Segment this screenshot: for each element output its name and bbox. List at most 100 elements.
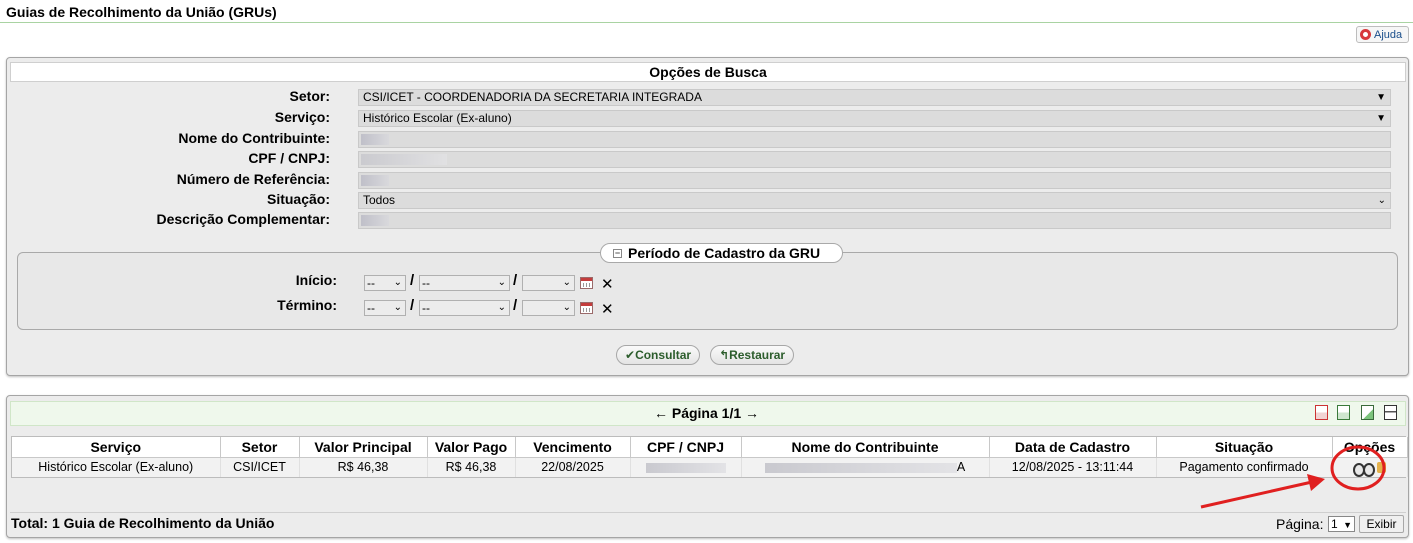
column-header: Opções: [1332, 437, 1408, 458]
redacted-cpf: [645, 462, 726, 473]
excel-icon[interactable]: [1337, 405, 1350, 420]
date-separator: /: [513, 297, 518, 314]
cell-nome: A: [741, 457, 990, 477]
consultar-label: Consultar: [635, 348, 692, 362]
termino-month-select[interactable]: -- ⌄: [419, 300, 510, 316]
total-count: Total: 1 Guia de Recolhimento da União: [11, 515, 275, 531]
descricao-input[interactable]: [358, 212, 1391, 229]
termino-label: Término:: [277, 297, 337, 313]
redacted-value: [361, 154, 447, 165]
cell-servico: Histórico Escolar (Ex-aluno): [12, 457, 221, 477]
binoculars-icon[interactable]: [1353, 461, 1375, 477]
nome-label: Nome do Contribuinte:: [178, 130, 330, 146]
cell-situacao: Pagamento confirmado: [1156, 457, 1333, 477]
column-header[interactable]: Nome do Contribuinte: [741, 437, 990, 458]
situacao-value: Todos: [363, 193, 396, 207]
servico-select[interactable]: Histórico Escolar (Ex-aluno) ▼: [358, 110, 1391, 127]
exibir-button[interactable]: Exibir: [1359, 515, 1404, 533]
pagination-nav[interactable]: ← Página 1/1 →: [0, 405, 1413, 421]
page-select-value: 1: [1331, 517, 1338, 531]
consultar-button[interactable]: ✔Consultar: [616, 345, 701, 365]
descricao-label: Descrição Complementar:: [156, 211, 330, 227]
column-header[interactable]: Setor: [220, 437, 300, 458]
column-header[interactable]: Vencimento: [515, 437, 631, 458]
undo-icon: ↰: [719, 348, 730, 362]
chevron-down-icon: ⌄: [1377, 195, 1386, 206]
help-button[interactable]: Ajuda: [1356, 26, 1409, 43]
calendar-icon[interactable]: [580, 277, 593, 289]
setor-select[interactable]: CSI/ICET - COORDENADORIA DA SECRETARIA I…: [358, 89, 1391, 106]
date-separator: /: [513, 272, 518, 289]
termino-day-select[interactable]: -- ⌄: [364, 300, 406, 316]
dropdown-arrow-icon: ▼: [1376, 92, 1386, 103]
table-row: Histórico Escolar (Ex-aluno) CSI/ICET R$…: [12, 457, 1408, 477]
chevron-down-icon: ⌄: [562, 277, 571, 288]
calendar-icon[interactable]: [580, 302, 593, 314]
dropdown-arrow-icon: ▼: [1376, 113, 1386, 124]
page-select[interactable]: 1 ▼: [1328, 516, 1355, 532]
input-shade: [361, 134, 389, 145]
cell-data-cadastro: 12/08/2025 - 13:11:44: [989, 457, 1157, 477]
servico-label: Serviço:: [274, 109, 330, 125]
termino-day-value: --: [367, 301, 375, 315]
date-separator: /: [410, 272, 415, 289]
print-icon[interactable]: [1384, 405, 1397, 420]
cell-valor-pago: R$ 46,38: [427, 457, 516, 477]
table-header-row: Serviço Setor Valor Principal Valor Pago…: [12, 437, 1408, 458]
results-table: Serviço Setor Valor Principal Valor Pago…: [11, 436, 1408, 478]
column-header[interactable]: Data de Cadastro: [989, 437, 1157, 458]
restaurar-button[interactable]: ↰Restaurar: [710, 345, 795, 365]
column-header[interactable]: Valor Principal: [299, 437, 428, 458]
lifebuoy-icon: [1360, 29, 1371, 40]
termino-year-select[interactable]: ⌄: [522, 300, 575, 316]
chevron-down-icon: ⌄: [562, 302, 571, 313]
redacted-nome: [764, 462, 957, 473]
cell-cpf: [630, 457, 742, 477]
column-header[interactable]: Valor Pago: [427, 437, 516, 458]
situacao-select[interactable]: Todos ⌄: [358, 192, 1391, 209]
cell-setor: CSI/ICET: [220, 457, 300, 477]
collapse-icon[interactable]: −: [613, 248, 622, 258]
inicio-label: Início:: [295, 272, 337, 288]
check-icon: ✔: [625, 348, 636, 362]
pdf-icon[interactable]: [1315, 405, 1328, 420]
inicio-month-select[interactable]: -- ⌄: [419, 275, 510, 291]
chevron-down-icon: ⌄: [497, 277, 506, 288]
page-title: Guias de Recolhimento da União (GRUs): [6, 4, 277, 20]
clear-inicio-icon[interactable]: ✕: [601, 275, 614, 293]
chevron-down-icon: ▼: [1343, 520, 1352, 530]
restaurar-label: Restaurar: [729, 348, 786, 362]
clear-termino-icon[interactable]: ✕: [601, 300, 614, 318]
cpf-input[interactable]: [358, 151, 1391, 168]
periodo-legend[interactable]: − Período de Cadastro da GRU: [600, 243, 843, 263]
page-select-label: Página:: [1276, 516, 1324, 532]
periodo-fieldset: [17, 252, 1398, 330]
termino-month-value: --: [422, 301, 430, 315]
nome-input[interactable]: [358, 131, 1391, 148]
inicio-year-select[interactable]: ⌄: [522, 275, 575, 291]
column-header[interactable]: Serviço: [12, 437, 221, 458]
periodo-legend-label: Período de Cadastro da GRU: [628, 245, 821, 261]
input-shade: [361, 175, 389, 186]
setor-label: Setor:: [289, 88, 330, 104]
lock-icon[interactable]: [1377, 462, 1386, 474]
inicio-month-value: --: [422, 276, 430, 290]
help-label: Ajuda: [1374, 28, 1403, 41]
situacao-label: Situação:: [266, 191, 330, 207]
column-header[interactable]: Situação: [1156, 437, 1333, 458]
search-panel-title: Opções de Busca: [10, 62, 1406, 82]
nome-suffix: A: [956, 460, 966, 475]
setor-value: CSI/ICET - COORDENADORIA DA SECRETARIA I…: [363, 90, 702, 104]
date-separator: /: [410, 297, 415, 314]
inicio-day-select[interactable]: -- ⌄: [364, 275, 406, 291]
referencia-input[interactable]: [358, 172, 1391, 189]
input-shade: [361, 215, 389, 226]
referencia-label: Número de Referência:: [176, 171, 330, 187]
cell-opcoes: [1332, 457, 1408, 477]
column-header[interactable]: CPF / CNPJ: [630, 437, 742, 458]
chart-icon[interactable]: [1361, 405, 1374, 420]
cell-vencimento: 22/08/2025: [515, 457, 631, 477]
title-divider: [0, 22, 1413, 23]
chevron-down-icon: ⌄: [497, 302, 506, 313]
inicio-day-value: --: [367, 276, 375, 290]
